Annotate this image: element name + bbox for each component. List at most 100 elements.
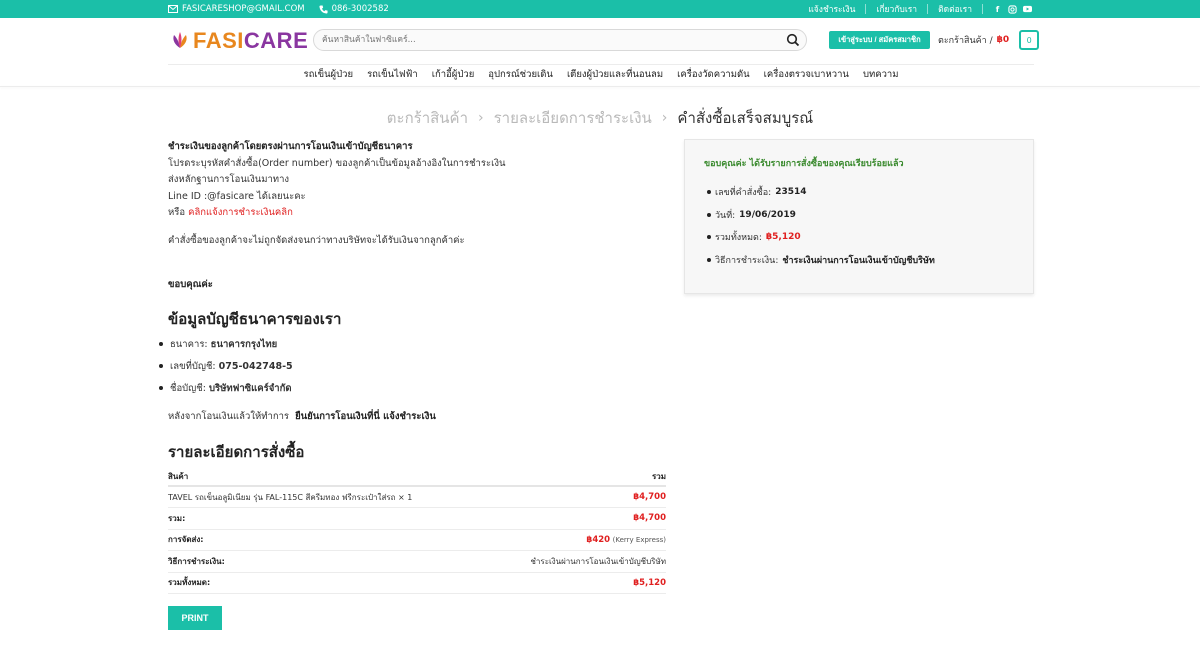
link-about[interactable]: เกี่ยวกับเรา [876,2,917,16]
email-text: FASICARESHOP@GMAIL.COM [182,4,305,14]
account-number-label: เลขที่บัญชี: [170,360,216,372]
nav-item-electric-wheelchair[interactable]: รถเข็นไฟฟ้า [367,67,418,82]
chevron-right-icon: › [661,110,668,126]
shipping-note: คำสั่งซื้อของลูกค้าจะไม่ถูกจัดส่งจนกว่าท… [168,235,465,246]
payment-method-label: วิธีการชำระเงิน: [168,550,489,573]
table-row: รวมทั้งหมด: ฿5,120 [168,572,666,594]
cart-count-badge: 0 [1019,30,1040,50]
product-qty: × 1 [398,492,413,502]
logo-text-fasi: FASI [193,28,244,53]
payment-line-3: Line ID :@fasicare ได้เลยนะคะ [168,190,306,202]
step-complete: คำสั่งซื้อเสร็จสมบูรณ์ [677,109,814,127]
link-contact[interactable]: ติดต่อเรา [938,2,972,16]
email-contact[interactable]: FASICARESHOP@GMAIL.COM [168,4,305,14]
facebook-icon[interactable]: f [993,5,1002,14]
grand-total-value: ฿5,120 [488,572,666,594]
instagram-icon[interactable] [1008,4,1017,14]
grand-total-label: รวมทั้งหมด: [168,572,489,594]
nav-item-walking-aids[interactable]: อุปกรณ์ช่วยเดิน [488,67,553,82]
site-header: FASICARE เข้าสู่ระบบ / สมัครสมาชิก ตะกร้… [0,18,1200,64]
logo-flower-icon [173,32,187,48]
thanks-text: ขอบคุณค่ะ [168,279,213,290]
confirm-transfer-prefix: หลังจากโอนเงินแล้วให้ทำการ [168,411,290,422]
table-row: วิธีการชำระเงิน: ชำระเงินผ่านการโอนเงินเ… [168,550,666,573]
nav-item-wheelchair[interactable]: รถเข็นผู้ป่วย [303,67,353,82]
order-method-label: วิธีการชำระเงิน: [715,255,779,266]
payment-line-4-prefix: หรือ [168,207,186,218]
product-name-link[interactable]: TAVEL รถเข็นอลูมิเนียม รุ่น FAL-115C สีค… [168,493,395,502]
account-number-value: 075-042748-5 [218,360,293,372]
shipping-cell: ฿420 (Kerry Express) [488,529,666,551]
order-number-row: เลขที่คำสั่งซื้อ: 23514 [707,181,935,204]
nav-item-articles[interactable]: บทความ [863,67,899,82]
order-total-value: ฿5,120 [765,232,801,243]
login-register-button[interactable]: เข้าสู่ระบบ / สมัครสมาชิก [829,31,930,49]
confirm-transfer-link[interactable]: ยืนยันการโอนเงินที่นี่ แจ้งชำระเงิน [295,411,436,422]
divider [982,4,983,14]
order-date-value: 19/06/2019 [739,209,796,220]
shipping-method: (Kerry Express) [612,535,666,544]
order-section-title: รายละเอียดการสั่งซื้อ [168,443,305,461]
product-cell: TAVEL รถเข็นอลูมิเนียม รุ่น FAL-115C สีค… [168,486,489,508]
step-checkout[interactable]: รายละเอียดการชำระเงิน [494,106,652,130]
link-payment-notify[interactable]: แจ้งชำระเงิน [808,2,855,16]
payment-notify-link[interactable]: คลิกแจ้งการชำระเงินคลิก [188,207,293,218]
payment-instructions: ชำระเงินของลูกค้าโดยตรงผ่านการโอนเงินเข้… [168,139,666,222]
top-bar: FASICARESHOP@GMAIL.COM 086-3002582 แจ้งช… [0,0,1200,18]
nav-item-blood-pressure[interactable]: เครื่องวัดความดัน [677,67,750,82]
order-number-label: เลขที่คำสั่งซื้อ: [715,188,772,199]
nav-item-glucose-meter[interactable]: เครื่องตรวจเบาหวาน [764,67,849,82]
subtotal-value: ฿4,700 [488,507,666,530]
nav-item-patient-chair[interactable]: เก้าอี้ผู้ป่วย [432,67,475,82]
site-logo[interactable]: FASICARE [169,28,308,54]
order-total-row: รวมทั้งหมด: ฿5,120 [707,226,935,249]
cart-label: ตะกร้าสินค้า / [938,36,993,46]
account-name-row: ชื่อบัญชี: บริษัทฟาซิแคร์จำกัด [159,377,666,399]
chevron-right-icon: › [478,110,484,126]
step-cart[interactable]: ตะกร้าสินค้า [387,106,468,130]
divider [865,4,867,14]
account-number-row: เลขที่บัญชี: 075-042748-5 [159,355,666,377]
search-icon[interactable] [786,33,800,47]
order-date-row: วันที่: 19/06/2019 [707,204,935,227]
cart-link[interactable]: ตะกร้าสินค้า / ฿0 0 [938,30,1040,50]
order-method-value: ชำระเงินผ่านการโอนเงินเข้าบัญชีบริษัท [782,255,935,266]
confirm-transfer-line: หลังจากโอนเงินแล้วให้ทำการ ยืนยันการโอนเ… [168,409,436,426]
payment-line-2: ส่งหลักฐานการโอนเงินมาทาง [168,174,290,185]
logo-text-care: CARE [243,28,309,53]
bank-name-value: ธนาคารกรุงไทย [210,338,278,350]
checkout-steps: ตะกร้าสินค้า › รายละเอียดการชำระเงิน › ค… [0,106,1200,130]
bank-name-label: ธนาคาร: [170,338,208,350]
youtube-icon[interactable] [1023,5,1032,14]
table-row: TAVEL รถเข็นอลูมิเนียม รุ่น FAL-115C สีค… [168,486,666,508]
order-date-label: วันที่: [715,210,736,221]
bank-name-row: ธนาคาร: ธนาคารกรุงไทย [159,333,666,355]
phone-text: 086-3002582 [331,4,389,14]
account-name-label: ชื่อบัญชี: [170,382,206,394]
divider [0,86,1200,87]
col-total-header: รวม [488,468,666,487]
order-total-label: รวมทั้งหมด: [715,233,762,244]
phone-icon [319,4,328,14]
search-box [313,29,807,51]
payment-line-1: โปรดระบุรหัสคำสั่งซื้อ(Order number) ของ… [168,157,506,169]
print-button[interactable]: PRINT [168,606,222,630]
order-received-message: ขอบคุณค่ะ ได้รับรายการสั่งซื้อของคุณเรีย… [704,159,904,169]
shipping-value: ฿420 [586,534,611,545]
nav-item-beds[interactable]: เตียงผู้ป่วยและที่นอนลม [567,67,663,82]
mail-icon [168,5,178,13]
product-price: ฿4,700 [488,486,666,508]
order-summary-list: เลขที่คำสั่งซื้อ: 23514 วันที่: 19/06/2019… [707,181,935,271]
subtotal-label: รวม: [168,507,489,530]
bank-section-title: ข้อมูลบัญชีธนาคารของเรา [168,310,342,328]
divider [927,4,929,14]
col-product-header: สินค้า [168,468,489,487]
phone-contact[interactable]: 086-3002582 [319,4,389,14]
order-table: สินค้า รวม TAVEL รถเข็นอลูมิเนียม รุ่น F… [168,468,666,594]
cart-price: ฿0 [996,35,1010,45]
search-input[interactable] [322,30,762,50]
order-summary-box: ขอบคุณค่ะ ได้รับรายการสั่งซื้อของคุณเรีย… [684,139,1034,294]
payment-heading: ชำระเงินของลูกค้าโดยตรงผ่านการโอนเงินเข้… [168,141,413,152]
payment-method-value: ชำระเงินผ่านการโอนเงินเข้าบัญชีบริษัท [488,550,666,573]
bank-details-list: ธนาคาร: ธนาคารกรุงไทย เลขที่บัญชี: 075-0… [159,333,666,399]
